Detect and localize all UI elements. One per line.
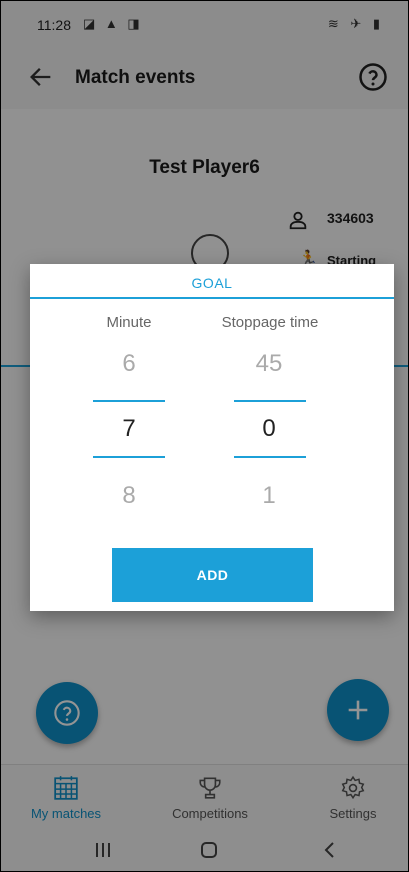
add-button[interactable]: ADD (112, 548, 313, 602)
minute-selection-bottom-line (93, 456, 165, 458)
minute-previous-value[interactable]: 6 (94, 350, 164, 378)
stoppage-time-label: Stoppage time (221, 314, 319, 331)
minute-selection-top-line (93, 400, 165, 402)
stoppage-selection-top-line (234, 400, 306, 402)
stoppage-previous-value[interactable]: 45 (234, 350, 304, 378)
minute-label: Minute (106, 314, 152, 331)
dialog-title: GOAL (191, 275, 233, 291)
stoppage-time-picker[interactable]: 0 (234, 415, 304, 443)
dialog-title-divider (30, 297, 394, 299)
screen: 11:28 ◪ ▲ ◨ ≋ ✈ ▮ Match events Test Play… (0, 0, 409, 872)
minute-next-value[interactable]: 8 (94, 482, 164, 510)
goal-dialog: GOAL Minute Stoppage time 6 7 8 45 0 1 A… (30, 264, 394, 611)
stoppage-next-value[interactable]: 1 (234, 482, 304, 510)
stoppage-selection-bottom-line (234, 456, 306, 458)
minute-picker[interactable]: 7 (94, 415, 164, 443)
